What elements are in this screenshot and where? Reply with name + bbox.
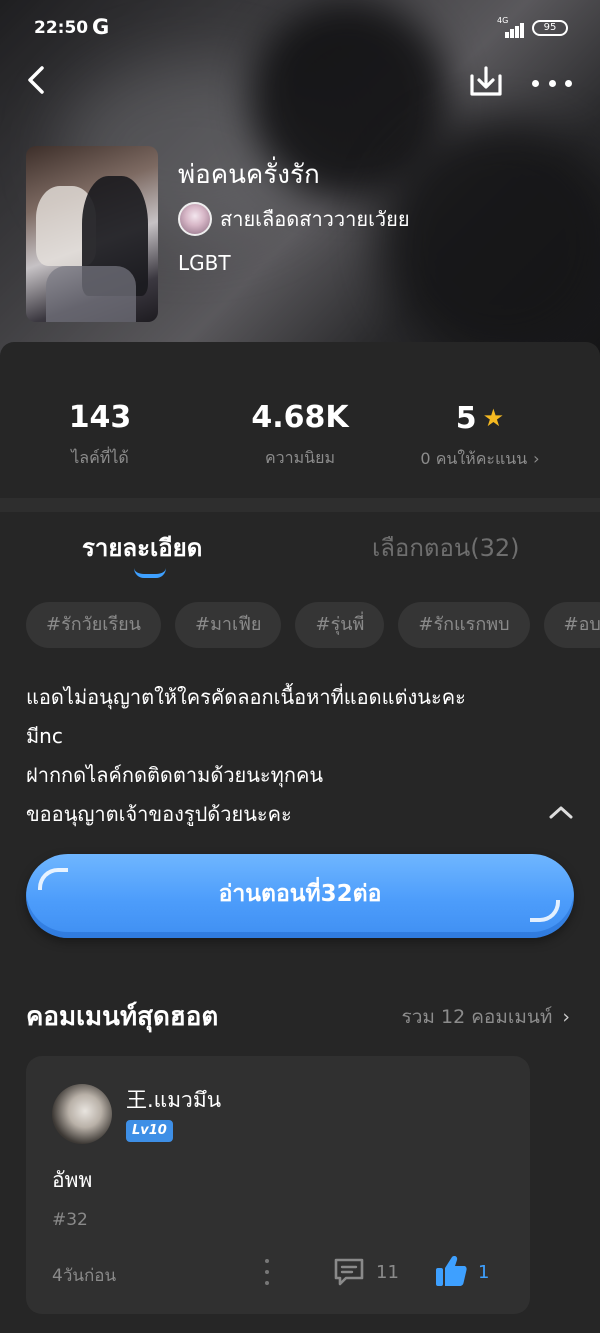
story-genre: LGBT: [178, 251, 231, 275]
author-name[interactable]: สายเลือดสาววายเวัยย: [220, 203, 410, 235]
description-line: ฝากกดไลค์กดติดตามด้วยนะทุกคน: [26, 763, 324, 787]
chevron-right-icon: ›: [533, 449, 540, 468]
comment-time: 4วันก่อน: [52, 1266, 117, 1286]
signal-icon: [497, 18, 525, 38]
description-line: แอดไม่อนุญาตให้ใครคัดลอกเนื้อหาที่แอดแต่…: [26, 685, 466, 709]
likes-label: ไลค์ที่ได้: [71, 448, 129, 467]
thumbs-up-icon[interactable]: [434, 1254, 468, 1288]
tab-bar: รายละเอียด เลือกตอน(32): [0, 512, 600, 588]
author-avatar[interactable]: [178, 202, 212, 236]
comment-text: อัพพ: [52, 1168, 93, 1192]
stats-panel: 143 ไลค์ที่ได้ 4.68K ความนิยม 5 ★ 0 คนให้…: [0, 342, 600, 498]
story-cover: [26, 146, 158, 322]
likes-stat: 143 ไลค์ที่ได้: [0, 400, 200, 471]
commenter-avatar[interactable]: [52, 1084, 112, 1144]
reply-icon[interactable]: [332, 1256, 366, 1288]
battery-icon: 95: [532, 20, 568, 36]
back-icon[interactable]: [22, 62, 52, 98]
likes-value: 143: [68, 400, 132, 435]
level-badge: Lv10: [126, 1120, 173, 1142]
star-icon: ★: [482, 404, 505, 432]
tag-chip[interactable]: #อบ: [543, 602, 600, 648]
like-count: 1: [478, 1262, 490, 1283]
all-comments-link[interactable]: รวม 12 คอมเมนท์ ›: [402, 1002, 570, 1032]
popularity-label: ความนิยม: [264, 448, 336, 467]
more-options-icon[interactable]: [532, 66, 572, 100]
story-title: พ่อคนครั่งรัก: [178, 160, 320, 190]
comments-total: รวม 12 คอมเมนท์: [401, 1006, 553, 1028]
popularity-stat: 4.68K ความนิยม: [200, 400, 400, 471]
rating-label: 0 คนให้คะแนน: [420, 449, 528, 468]
tab-details[interactable]: รายละเอียด: [82, 528, 202, 567]
download-icon[interactable]: [466, 62, 506, 102]
author-row[interactable]: สายเลือดสาววายเวัยย: [178, 202, 410, 236]
details-content: #รักวัยเรียน #มาเฟีย #รุ่นพี่ #รักแรกพบ …: [0, 588, 600, 1333]
rating-value: 5: [455, 401, 477, 436]
tab-chapters[interactable]: เลือกตอน(32): [372, 528, 520, 567]
comment-menu-icon[interactable]: [262, 1259, 272, 1285]
chevron-up-icon[interactable]: [548, 802, 574, 822]
tag-chip[interactable]: #รักแรกพบ: [398, 602, 530, 648]
tag-list: #รักวัยเรียน #มาเฟีย #รุ่นพี่ #รักแรกพบ …: [26, 602, 600, 648]
status-time: 22:50: [34, 18, 89, 38]
hot-comments-title: คอมเมนท์สุดฮอต: [26, 1002, 219, 1032]
description-line: มีnc: [26, 724, 63, 748]
tag-chip[interactable]: #รักวัยเรียน: [26, 602, 161, 648]
commenter-name[interactable]: 王.แมวมึน: [126, 1084, 221, 1117]
continue-reading-label: อ่านตอนที่32ต่อ: [218, 881, 382, 907]
tag-chip[interactable]: #มาเฟีย: [174, 602, 282, 648]
google-icon: G: [92, 15, 110, 39]
status-bar: 22:50 G 4G 95: [0, 0, 600, 56]
description-line: ขออนุญาตเจ้าของรูปด้วยนะคะ: [26, 802, 292, 826]
popularity-value: 4.68K: [251, 400, 349, 435]
story-description: แอดไม่อนุญาตให้ใครคัดลอกเนื้อหาที่แอดแต่…: [26, 678, 536, 834]
comment-chapter: #32: [52, 1210, 88, 1230]
tab-indicator: [134, 568, 166, 578]
continue-reading-button[interactable]: อ่านตอนที่32ต่อ: [26, 854, 574, 938]
reply-count: 11: [376, 1262, 399, 1283]
tag-chip[interactable]: #รุ่นพี่: [295, 602, 385, 648]
section-divider: [0, 498, 600, 512]
rating-stat[interactable]: 5 ★ 0 คนให้คะแนน ›: [380, 400, 580, 472]
comment-card[interactable]: 王.แมวมึน Lv10 อัพพ #32 4วันก่อน 11 1: [26, 1056, 530, 1314]
chevron-right-icon: ›: [562, 1006, 570, 1028]
